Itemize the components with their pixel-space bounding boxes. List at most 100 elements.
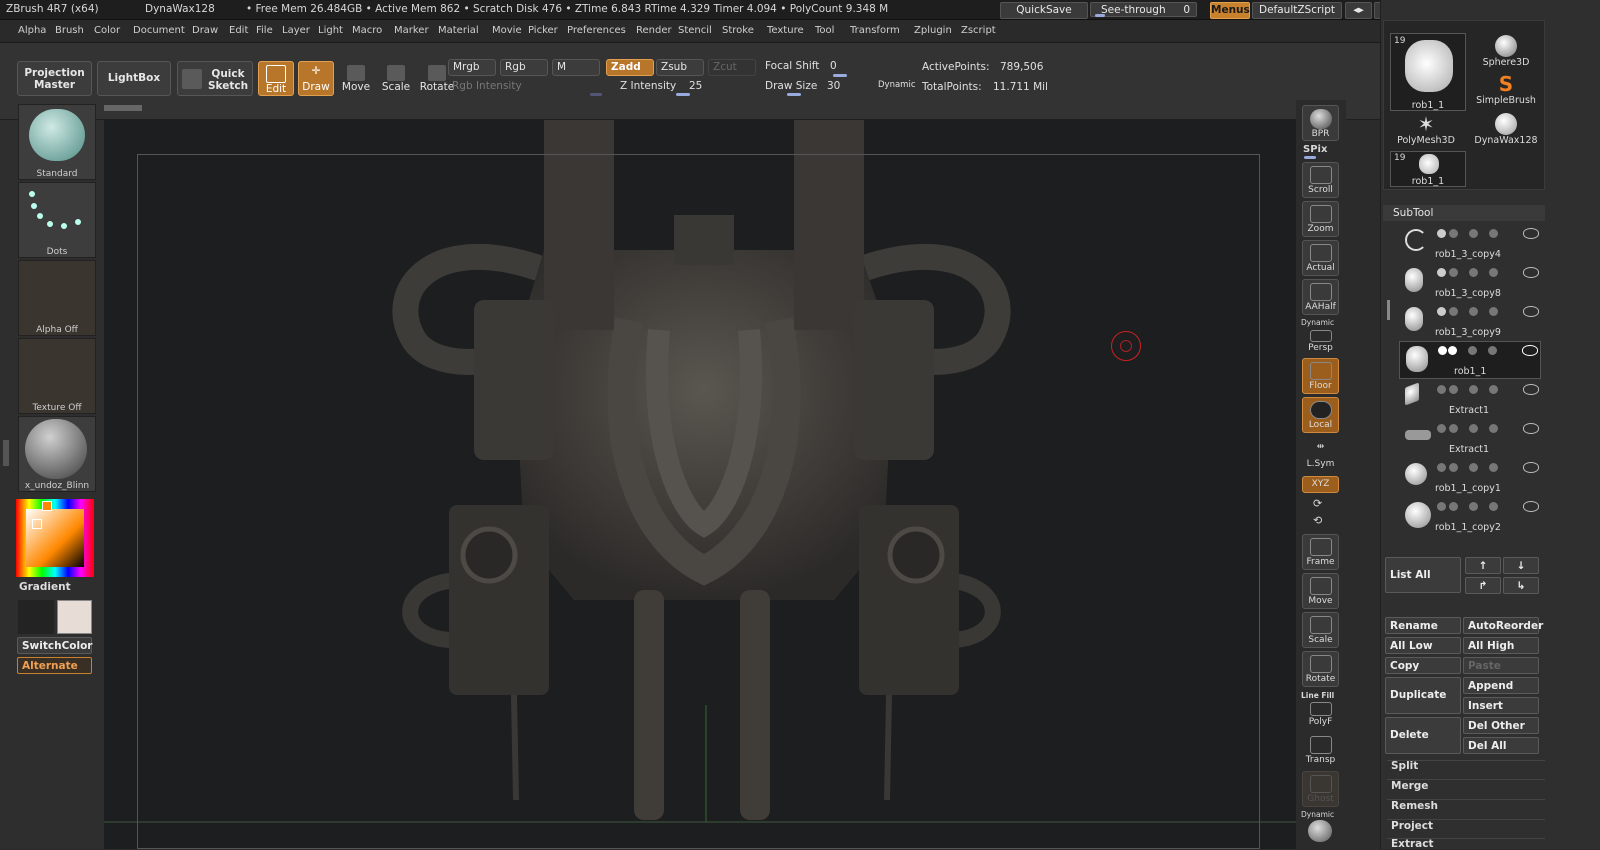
- all-low-button[interactable]: All Low: [1385, 637, 1461, 654]
- menus-toggle-button[interactable]: Menus: [1210, 2, 1250, 19]
- hue-marker[interactable]: [42, 501, 52, 511]
- menu-file[interactable]: File: [256, 20, 273, 42]
- zcut-button[interactable]: Zcut: [708, 59, 756, 76]
- simplebrush-tool[interactable]: S SimpleBrush: [1470, 73, 1542, 106]
- spix-handle[interactable]: [1304, 156, 1316, 159]
- material-thumbnail[interactable]: x_undoz_Blinn: [18, 416, 96, 492]
- z-intensity-handle[interactable]: [676, 93, 690, 96]
- merge-section[interactable]: Merge: [1391, 780, 1428, 792]
- menu-render[interactable]: Render: [636, 20, 672, 42]
- move-down-arrow-icon[interactable]: ↓: [1503, 557, 1539, 574]
- focal-shift-handle[interactable]: [833, 74, 847, 77]
- menu-stroke[interactable]: Stroke: [722, 20, 754, 42]
- default-zscript-button[interactable]: DefaultZScript: [1252, 2, 1342, 19]
- all-high-button[interactable]: All High: [1463, 637, 1539, 654]
- subtool-item[interactable]: Extract1: [1399, 420, 1541, 458]
- zadd-button[interactable]: Zadd: [606, 59, 654, 76]
- project-section[interactable]: Project: [1391, 820, 1433, 832]
- polyf-button[interactable]: PolyF: [1302, 698, 1339, 728]
- subtool-item[interactable]: Extract1: [1399, 381, 1541, 419]
- brush-thumbnail[interactable]: Standard: [18, 104, 96, 180]
- menu-draw[interactable]: Draw: [192, 20, 218, 42]
- menu-movie[interactable]: Movie: [492, 20, 522, 42]
- frame-button[interactable]: Frame: [1302, 534, 1339, 570]
- persp-button[interactable]: Persp: [1302, 326, 1339, 353]
- menu-picker[interactable]: Picker: [528, 20, 558, 42]
- scroll-button[interactable]: Scroll: [1302, 162, 1339, 198]
- recent-tool-thumbnail[interactable]: 19 rob1_1: [1390, 151, 1466, 187]
- alpha-thumbnail[interactable]: Alpha Off: [18, 260, 96, 336]
- subtool-item[interactable]: rob1_3_copy9: [1399, 303, 1541, 341]
- menu-light[interactable]: Light: [318, 20, 343, 42]
- eye-icon[interactable]: [1523, 306, 1539, 317]
- lightbox-button[interactable]: LightBox: [97, 61, 171, 96]
- xyz-rotate-button[interactable]: XYZ: [1302, 476, 1339, 493]
- menu-transform[interactable]: Transform: [850, 20, 900, 42]
- draw-size-handle[interactable]: [787, 93, 801, 96]
- z-intensity-value[interactable]: 25: [689, 80, 702, 92]
- texture-thumbnail[interactable]: Texture Off: [18, 338, 96, 414]
- color-picker[interactable]: [16, 499, 94, 577]
- extract-section[interactable]: Extract: [1391, 838, 1433, 850]
- subtool-item-selected[interactable]: rob1_1: [1399, 341, 1541, 379]
- subtool-item[interactable]: rob1_3_copy8: [1399, 264, 1541, 302]
- quick-sketch-button[interactable]: Quick Sketch: [177, 61, 253, 96]
- autoreorder-button[interactable]: AutoReorder: [1463, 617, 1543, 634]
- current-tool-thumbnail[interactable]: 19 rob1_1: [1390, 33, 1466, 111]
- spix-slider[interactable]: SPix: [1303, 144, 1327, 155]
- eye-icon[interactable]: [1523, 423, 1539, 434]
- mrgb-button[interactable]: Mrgb: [448, 59, 496, 76]
- list-all-button[interactable]: List All: [1385, 557, 1461, 593]
- zoom-button[interactable]: Zoom: [1302, 201, 1339, 237]
- menu-edit[interactable]: Edit: [229, 20, 248, 42]
- menu-tool[interactable]: Tool: [815, 20, 834, 42]
- solo-icon[interactable]: [1308, 820, 1332, 842]
- menu-marker[interactable]: Marker: [394, 20, 429, 42]
- scale-mode-button[interactable]: Scale: [378, 61, 414, 96]
- del-all-button[interactable]: Del All: [1463, 737, 1539, 754]
- dynawax-tool[interactable]: DynaWax128: [1470, 113, 1542, 146]
- menu-document[interactable]: Document: [133, 20, 185, 42]
- stroke-thumbnail[interactable]: Dots: [18, 182, 96, 258]
- subtool-item[interactable]: rob1_1_copy2: [1399, 498, 1541, 536]
- eye-icon[interactable]: [1523, 501, 1539, 512]
- color-sv-square[interactable]: [26, 509, 84, 567]
- menu-zscript[interactable]: Zscript: [961, 20, 996, 42]
- shelf-scroll-handle[interactable]: [104, 105, 142, 111]
- ghost-button[interactable]: Ghost: [1302, 771, 1339, 807]
- menu-zplugin[interactable]: Zplugin: [914, 20, 952, 42]
- eye-icon[interactable]: [1523, 384, 1539, 395]
- menu-macro[interactable]: Macro: [352, 20, 382, 42]
- rgb-intensity-handle[interactable]: [590, 93, 602, 96]
- color-marker[interactable]: [32, 519, 42, 529]
- split-section[interactable]: Split: [1391, 760, 1418, 772]
- menu-brush[interactable]: Brush: [55, 20, 84, 42]
- move-view-button[interactable]: Move: [1302, 573, 1339, 609]
- remesh-section[interactable]: Remesh: [1391, 800, 1438, 812]
- draw-mode-button[interactable]: ✛ Draw: [298, 61, 334, 96]
- sphere3d-tool[interactable]: Sphere3D: [1470, 35, 1542, 68]
- insert-button[interactable]: Insert: [1463, 697, 1539, 714]
- menu-color[interactable]: Color: [94, 20, 120, 42]
- move-up-branch-icon[interactable]: ↱: [1465, 577, 1501, 594]
- append-button[interactable]: Append: [1463, 677, 1539, 694]
- move-down-branch-icon[interactable]: ↳: [1503, 577, 1539, 594]
- subtool-header[interactable]: SubTool: [1383, 205, 1545, 221]
- menu-texture[interactable]: Texture: [767, 20, 804, 42]
- paste-button[interactable]: Paste: [1463, 657, 1539, 674]
- menu-material[interactable]: Material: [438, 20, 479, 42]
- solo-dynamic-label[interactable]: Dynamic: [1301, 810, 1334, 819]
- m-button[interactable]: M: [552, 59, 600, 76]
- rgb-intensity-slider[interactable]: Rgb Intensity: [452, 80, 522, 92]
- subtool-item[interactable]: rob1_3_copy4: [1399, 225, 1541, 263]
- subtool-item[interactable]: rob1_1_copy1: [1399, 459, 1541, 497]
- see-through-handle[interactable]: [1095, 14, 1105, 17]
- left-tray-collapse-handle[interactable]: [3, 440, 9, 466]
- move-up-arrow-icon[interactable]: ↑: [1465, 557, 1501, 574]
- see-through-slider[interactable]: See-through 0: [1090, 2, 1197, 17]
- z-rotate-icon[interactable]: ⟲: [1313, 514, 1322, 527]
- edit-mode-button[interactable]: Edit: [258, 61, 294, 96]
- eye-icon[interactable]: [1522, 345, 1538, 356]
- subtool-scroll-handle[interactable]: [1387, 300, 1390, 320]
- gradient-toggle[interactable]: Gradient: [19, 581, 71, 593]
